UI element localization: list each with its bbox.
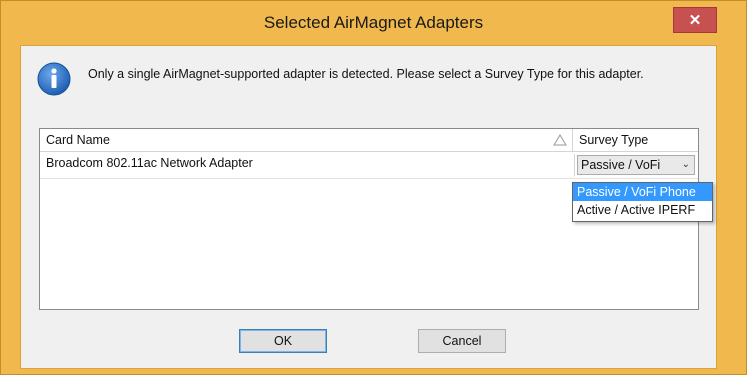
table-row[interactable]: Broadcom 802.11ac Network Adapter Passiv… xyxy=(40,152,698,179)
card-name-cell: Broadcom 802.11ac Network Adapter xyxy=(46,156,253,170)
dropdown-option-passive-vofi-phone[interactable]: Passive / VoFi Phone xyxy=(573,183,712,201)
survey-type-value: Passive / VoFi xyxy=(581,158,661,172)
cancel-button[interactable]: Cancel xyxy=(418,329,506,353)
column-header-label: Survey Type xyxy=(579,133,649,147)
sort-ascending-icon xyxy=(553,134,567,146)
close-button[interactable]: ✕ xyxy=(673,7,717,33)
survey-type-dropdown-list: Passive / VoFi Phone Active / Active IPE… xyxy=(572,182,713,222)
column-header-card-name[interactable]: Card Name xyxy=(40,129,573,151)
title-bar[interactable]: Selected AirMagnet Adapters ✕ xyxy=(1,1,746,45)
info-message: Only a single AirMagnet-supported adapte… xyxy=(88,67,644,81)
dropdown-option-active-iperf[interactable]: Active / Active IPERF xyxy=(573,201,712,219)
column-header-label: Card Name xyxy=(46,133,110,147)
window-title: Selected AirMagnet Adapters xyxy=(263,13,484,32)
close-icon: ✕ xyxy=(688,12,702,29)
chevron-down-icon: ⌄ xyxy=(681,159,690,170)
ok-button[interactable]: OK xyxy=(239,329,327,353)
survey-type-select[interactable]: Passive / VoFi ⌄ xyxy=(577,155,695,175)
grid-header: Card Name Survey Type xyxy=(40,129,698,152)
info-icon xyxy=(37,62,71,96)
survey-type-cell: Passive / VoFi ⌄ xyxy=(574,154,697,176)
column-header-survey-type[interactable]: Survey Type xyxy=(574,129,698,151)
